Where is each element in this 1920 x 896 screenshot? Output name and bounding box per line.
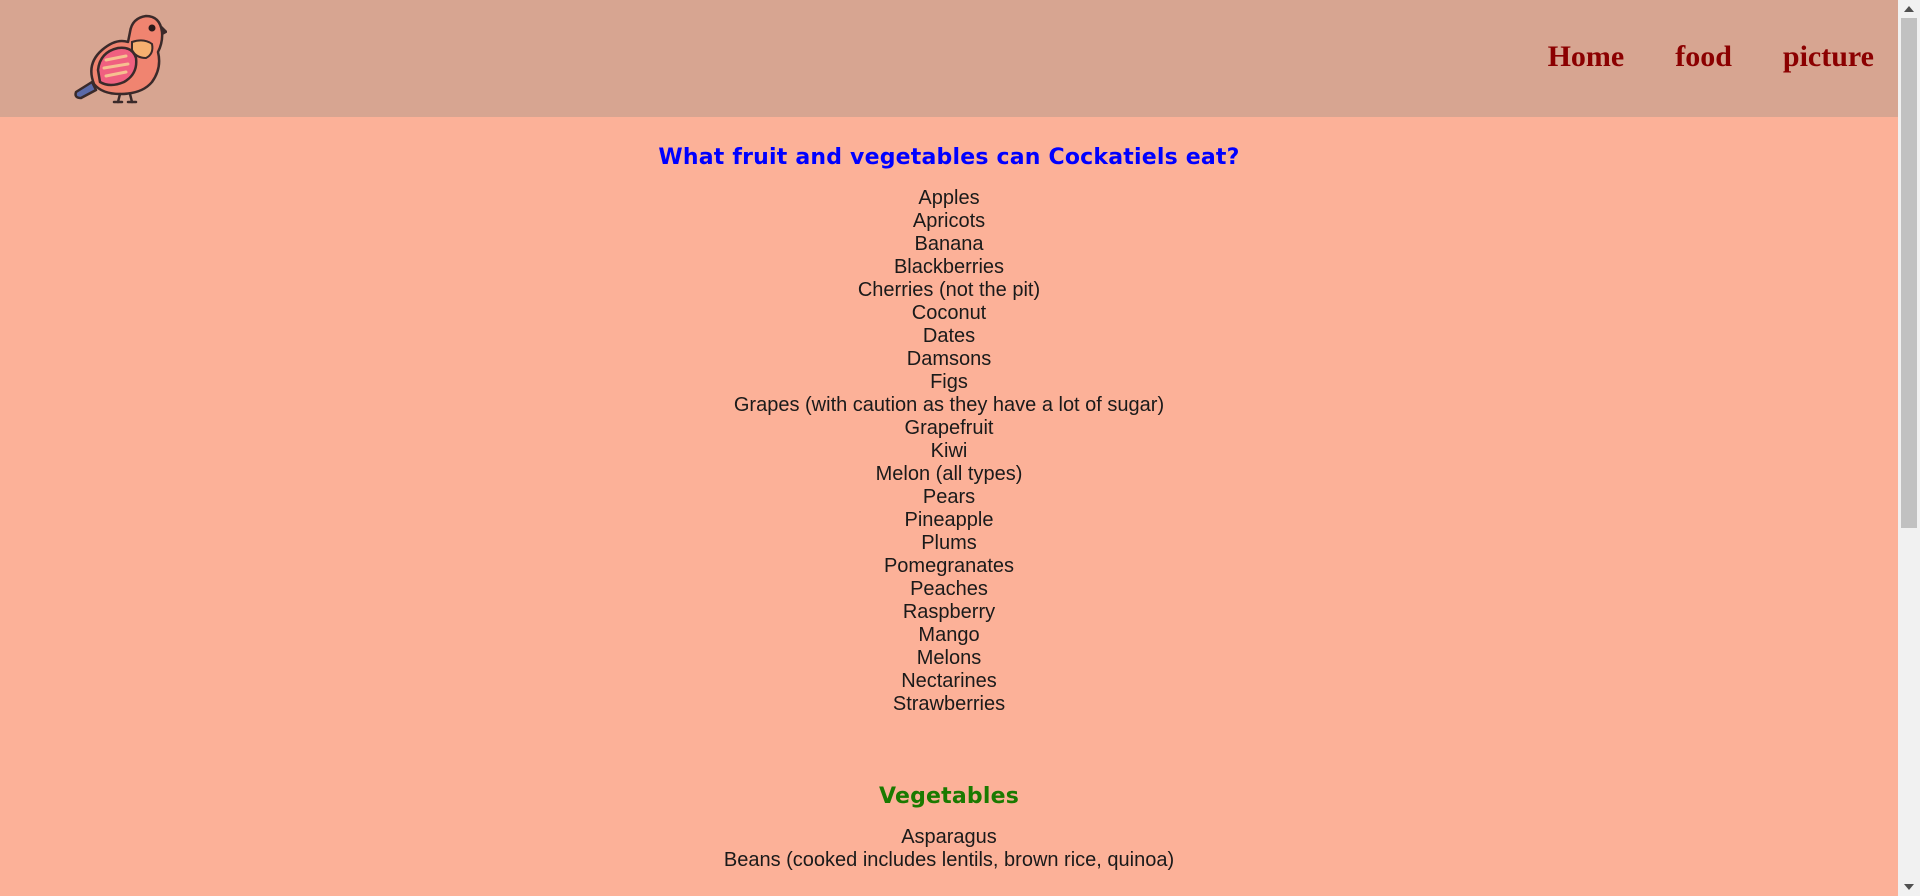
fruit-item: Mango <box>918 624 980 646</box>
vegetable-item: Beans (cooked includes lentils, brown ri… <box>723 849 1175 871</box>
fruit-item: Figs <box>930 371 968 393</box>
scrollbar-thumb[interactable] <box>1901 18 1917 528</box>
fruit-item: Peaches <box>910 578 988 600</box>
fruit-item: Grapefruit <box>904 417 994 439</box>
fruit-item: Apples <box>918 187 980 209</box>
page: Home food picture What fruit and vegetab… <box>0 0 1920 896</box>
fruit-item: Pears <box>922 486 976 508</box>
fruit-item: Kiwi <box>930 440 968 462</box>
fruit-item: Cherries (not the pit) <box>857 279 1041 301</box>
vegetable-section-title: Vegetables <box>878 784 1020 809</box>
fruit-item: Nectarines <box>901 670 997 692</box>
bird-logo-icon[interactable] <box>72 12 167 104</box>
main-content: What fruit and vegetables can Cockatiels… <box>0 117 1898 872</box>
vegetable-list: Asparagus Beans (cooked includes lentils… <box>0 826 1898 872</box>
vegetable-item: Asparagus <box>901 826 997 848</box>
fruit-item: Pineapple <box>904 509 994 531</box>
fruit-item: Banana <box>914 233 984 255</box>
fruit-item: Blackberries <box>893 256 1005 278</box>
fruit-item: Strawberries <box>892 693 1006 715</box>
fruit-item: Apricots <box>912 210 986 232</box>
fruit-item: Melons <box>916 647 982 669</box>
fruit-item: Pomegranates <box>883 555 1015 577</box>
fruit-item: Dates <box>922 325 976 347</box>
fruit-item: Raspberry <box>902 601 996 623</box>
header: Home food picture <box>0 0 1898 117</box>
scroll-up-arrow-icon[interactable] <box>1898 0 1920 18</box>
fruit-item: Melon (all types) <box>875 463 1023 485</box>
nav-picture-link[interactable]: picture <box>1783 38 1874 76</box>
fruit-item: Plums <box>921 532 977 554</box>
nav-home-link[interactable]: Home <box>1548 38 1625 76</box>
fruit-list: Apples Apricots Banana Blackberries Cher… <box>0 187 1898 716</box>
vertical-scrollbar[interactable] <box>1898 0 1920 896</box>
fruit-item: Damsons <box>906 348 992 370</box>
fruit-item: Coconut <box>911 302 987 324</box>
fruit-item: Grapes (with caution as they have a lot … <box>733 394 1165 416</box>
fruit-section-title: What fruit and vegetables can Cockatiels… <box>658 145 1240 170</box>
nav-food-link[interactable]: food <box>1675 38 1732 76</box>
scroll-down-arrow-icon[interactable] <box>1898 878 1920 896</box>
main-nav: Home food picture <box>1548 38 1874 76</box>
